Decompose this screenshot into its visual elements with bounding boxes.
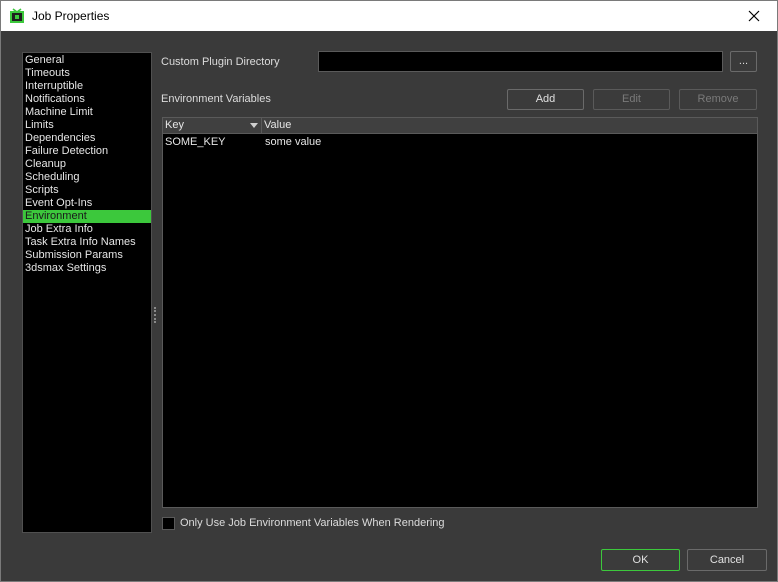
close-icon — [748, 10, 760, 22]
sidebar-item-cleanup[interactable]: Cleanup — [23, 158, 151, 171]
browse-button[interactable]: ... — [730, 51, 757, 72]
sidebar-item-failure-detection[interactable]: Failure Detection — [23, 145, 151, 158]
title-bar: Job Properties — [0, 0, 778, 31]
only-use-job-env-checkbox[interactable] — [162, 517, 175, 530]
add-button[interactable]: Add — [507, 89, 584, 110]
sidebar-item-job-extra-info[interactable]: Job Extra Info — [23, 223, 151, 236]
sidebar-item-scripts[interactable]: Scripts — [23, 184, 151, 197]
properties-nav-list[interactable]: General Timeouts Interruptible Notification… — [22, 52, 152, 533]
dialog-body: General Timeouts Interruptible Notification… — [0, 31, 778, 582]
window-title: Job Properties — [32, 9, 110, 23]
sidebar-item-3dsmax-settings[interactable]: 3dsmax Settings — [23, 262, 151, 275]
sidebar-item-machine-limit[interactable]: Machine Limit — [23, 106, 151, 119]
splitter-handle[interactable] — [152, 52, 158, 533]
sidebar-item-submission-params[interactable]: Submission Params — [23, 249, 151, 262]
cancel-button[interactable]: Cancel — [687, 549, 767, 571]
only-use-job-env-label[interactable]: Only Use Job Environment Variables When … — [180, 517, 445, 529]
table-header: Key Value — [163, 118, 757, 134]
column-header-key[interactable]: Key — [163, 118, 262, 133]
custom-plugin-directory-label: Custom Plugin Directory — [161, 56, 280, 68]
edit-button[interactable]: Edit — [593, 89, 670, 110]
splitter-grip — [154, 307, 156, 323]
sidebar-item-scheduling[interactable]: Scheduling — [23, 171, 151, 184]
sidebar-item-task-extra-info-names[interactable]: Task Extra Info Names — [23, 236, 151, 249]
close-button[interactable] — [731, 1, 777, 31]
table-cell-key: SOME_KEY — [165, 136, 226, 148]
column-header-value[interactable]: Value — [262, 118, 757, 133]
sort-descending-icon — [250, 123, 258, 128]
column-header-key-label: Key — [165, 119, 184, 131]
table-cell-value: some value — [265, 136, 322, 148]
environment-variables-label: Environment Variables — [161, 93, 271, 105]
custom-plugin-directory-input[interactable] — [318, 51, 723, 72]
sidebar-item-general[interactable]: General — [23, 54, 151, 67]
sidebar-item-notifications[interactable]: Notifications — [23, 93, 151, 106]
remove-button[interactable]: Remove — [679, 89, 757, 110]
environment-variables-table[interactable]: Key Value SOME_KEY some value — [162, 117, 758, 508]
sidebar-item-dependencies[interactable]: Dependencies — [23, 132, 151, 145]
sidebar-item-limits[interactable]: Limits — [23, 119, 151, 132]
ok-button[interactable]: OK — [601, 549, 680, 571]
column-header-value-label: Value — [264, 119, 292, 131]
sidebar-item-event-opt-ins[interactable]: Event Opt-Ins — [23, 197, 151, 210]
sidebar-item-environment[interactable]: Environment — [23, 210, 151, 223]
deadline-monitor-icon — [9, 8, 25, 24]
sidebar-item-timeouts[interactable]: Timeouts — [23, 67, 151, 80]
table-row[interactable]: SOME_KEY some value — [163, 135, 757, 150]
sidebar-item-interruptible[interactable]: Interruptible — [23, 80, 151, 93]
